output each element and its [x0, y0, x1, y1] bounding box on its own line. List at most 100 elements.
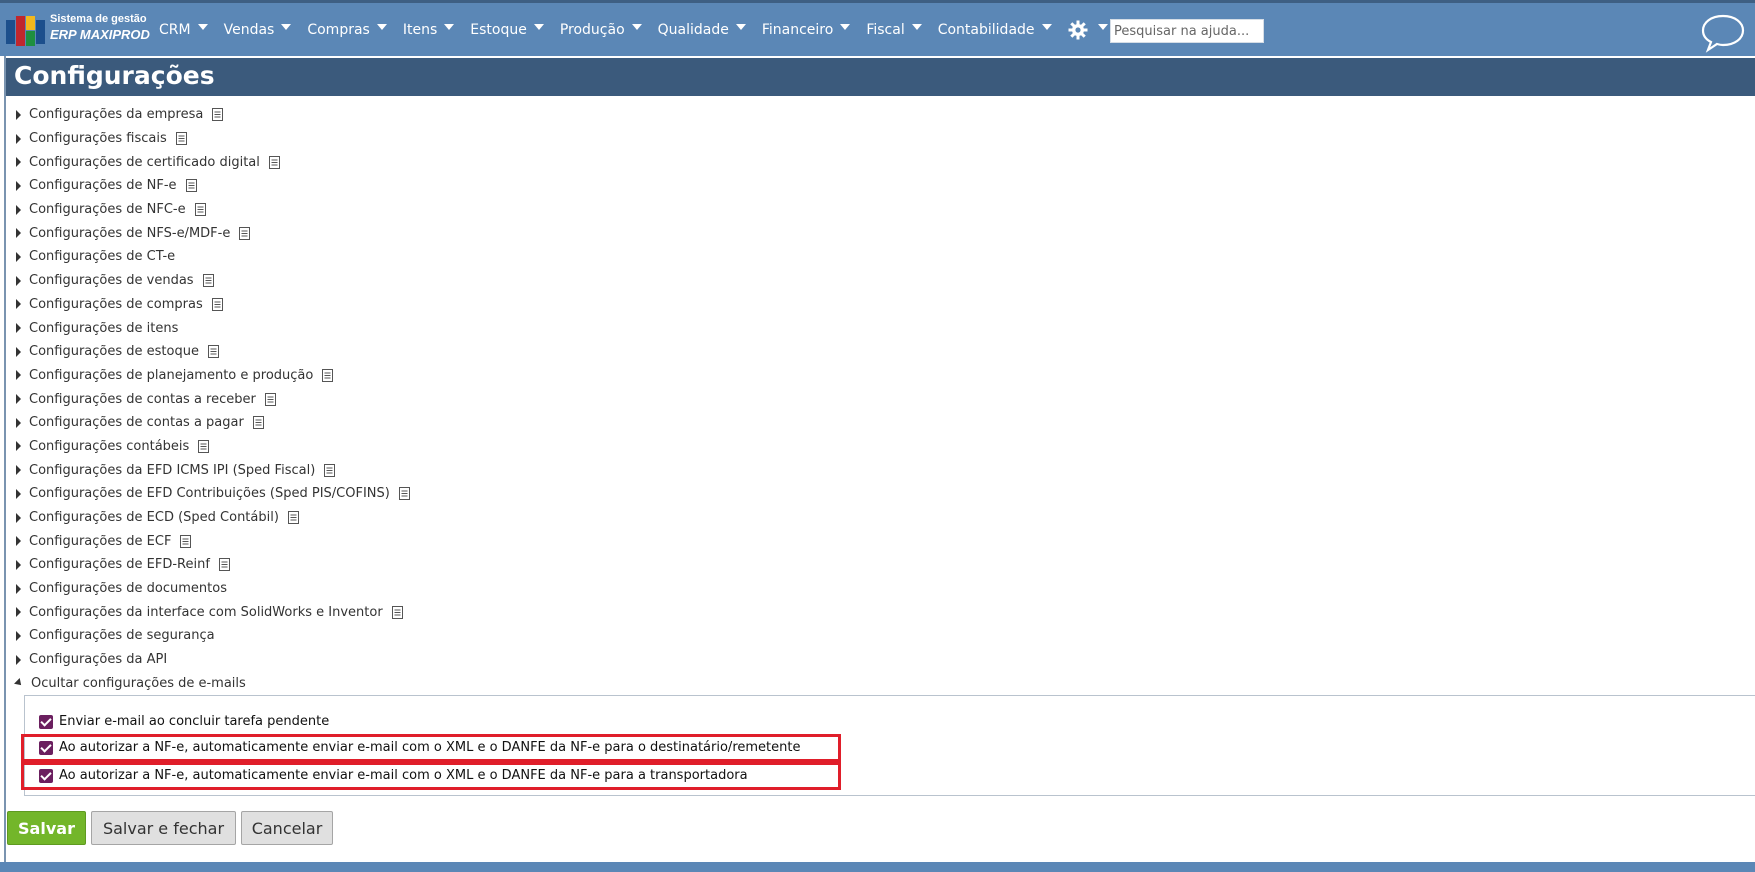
menu-vendas[interactable]: Vendas [224, 22, 292, 38]
page-title: Configurações [14, 61, 215, 90]
document-icon[interactable] [391, 605, 403, 619]
email-option-checkbox[interactable]: Ao autorizar a NF-e, automaticamente env… [39, 768, 748, 783]
main-menu: CRM Vendas Compras Itens Estoque Produçã… [159, 20, 1170, 40]
document-icon[interactable] [207, 345, 219, 359]
document-icon[interactable] [211, 297, 223, 311]
section-label: Configurações de ECD (Sped Contábil) [29, 510, 279, 526]
document-icon[interactable] [264, 392, 276, 406]
document-icon[interactable] [202, 274, 214, 288]
menu-financeiro[interactable]: Financeiro [762, 22, 851, 38]
settings-section-toggle[interactable]: Configurações de itens [14, 316, 1734, 340]
caret-down-icon [281, 24, 292, 30]
settings-section-toggle[interactable]: Configurações de segurança [14, 624, 1734, 648]
expand-triangle-icon [16, 607, 21, 618]
document-icon[interactable] [198, 439, 210, 453]
document-icon[interactable] [175, 132, 187, 146]
settings-section-toggle[interactable]: Configurações de ECD (Sped Contábil) [14, 506, 1734, 530]
settings-section-toggle[interactable]: Configurações de NFS-e/MDF-e [14, 221, 1734, 245]
settings-section-toggle[interactable]: Configurações de planejamento e produção [14, 364, 1734, 388]
settings-section-toggle[interactable]: Configurações de CT-e [14, 245, 1734, 269]
section-label: Configurações de EFD-Reinf [29, 557, 210, 573]
expand-triangle-icon [16, 299, 21, 310]
checkbox-checked-icon[interactable] [39, 768, 53, 783]
settings-section-toggle[interactable]: Configurações de NF-e [14, 174, 1734, 198]
document-icon[interactable] [322, 368, 334, 382]
settings-section-toggle[interactable]: Configurações de vendas [14, 269, 1734, 293]
help-search-input[interactable] [1110, 19, 1264, 43]
menu-settings[interactable] [1068, 20, 1108, 40]
caret-down-icon [197, 24, 208, 30]
settings-section-toggle[interactable]: Configurações da EFD ICMS IPI (Sped Fisc… [14, 458, 1734, 482]
menu-contabilidade[interactable]: Contabilidade [938, 22, 1052, 38]
email-option-checkbox[interactable]: Ao autorizar a NF-e, automaticamente env… [39, 740, 800, 755]
menu-label: Compras [307, 22, 370, 38]
document-icon[interactable] [194, 203, 206, 217]
settings-section-toggle[interactable]: Configurações de EFD Contribuições (Sped… [14, 482, 1734, 506]
section-label: Configurações de compras [29, 296, 203, 312]
chat-bubble-icon[interactable] [1700, 13, 1746, 53]
menu-qualidade[interactable]: Qualidade [658, 22, 746, 38]
settings-section-toggle[interactable]: Configurações de compras [14, 293, 1734, 317]
email-settings-toggle[interactable]: Ocultar configurações de e-mails [14, 672, 1734, 696]
document-icon[interactable] [218, 558, 230, 572]
menu-estoque[interactable]: Estoque [470, 22, 544, 38]
email-option-checkbox[interactable]: Enviar e-mail ao concluir tarefa pendent… [39, 714, 329, 729]
settings-section-toggle[interactable]: Configurações fiscais [14, 127, 1734, 151]
settings-section-toggle[interactable]: Configurações da empresa [14, 103, 1734, 127]
caret-down-icon [840, 24, 851, 30]
expand-triangle-icon [16, 559, 21, 570]
expand-triangle-icon [16, 346, 21, 357]
save-button[interactable]: Salvar [7, 811, 86, 845]
expand-triangle-icon [16, 630, 21, 641]
section-label: Configurações de NFC-e [29, 202, 186, 218]
email-option-label: Ao autorizar a NF-e, automaticamente env… [59, 768, 748, 783]
menu-producao[interactable]: Produção [560, 22, 642, 38]
settings-section-toggle[interactable]: Configurações de documentos [14, 577, 1734, 601]
expand-triangle-icon [16, 512, 21, 523]
menu-label: Vendas [223, 22, 275, 38]
settings-section-toggle[interactable]: Configurações de certificado digital [14, 150, 1734, 174]
menu-label: CRM [159, 22, 191, 38]
settings-section-toggle[interactable]: Configurações da API [14, 648, 1734, 672]
checkbox-checked-icon[interactable] [39, 714, 53, 729]
gear-icon [1068, 20, 1088, 40]
document-icon[interactable] [398, 487, 410, 501]
section-label: Configurações de segurança [29, 628, 215, 644]
section-label: Configurações da API [29, 652, 168, 668]
menu-label: Itens [402, 22, 438, 38]
document-icon[interactable] [212, 108, 224, 122]
section-label: Configurações de EFD Contribuições (Sped… [29, 486, 390, 502]
section-label: Configurações da interface com SolidWork… [29, 604, 383, 620]
settings-section-toggle[interactable]: Configurações de contas a pagar [14, 411, 1734, 435]
settings-section-toggle[interactable]: Configurações contábeis [14, 435, 1734, 459]
checkbox-checked-icon[interactable] [39, 740, 53, 755]
settings-section-toggle[interactable]: Configurações de contas a receber [14, 387, 1734, 411]
menu-crm[interactable]: CRM [159, 22, 208, 38]
menu-compras[interactable]: Compras [307, 22, 387, 38]
document-icon[interactable] [287, 511, 299, 525]
bottom-bar [0, 862, 1755, 872]
document-icon[interactable] [252, 416, 264, 430]
section-label: Configurações de planejamento e produção [29, 367, 314, 383]
menu-itens[interactable]: Itens [402, 22, 455, 38]
settings-section-toggle[interactable]: Configurações de NFC-e [14, 198, 1734, 222]
expand-triangle-icon [16, 275, 21, 286]
settings-section-toggle[interactable]: Configurações de ECF [14, 529, 1734, 553]
caret-down-icon [911, 24, 922, 30]
document-icon[interactable] [324, 463, 336, 477]
expand-triangle-icon [16, 441, 21, 452]
section-label: Configurações de documentos [29, 581, 227, 597]
menu-fiscal[interactable]: Fiscal [866, 22, 922, 38]
app-logo[interactable]: Sistema de gestão ERP MAXIPROD [6, 12, 150, 48]
cancel-button[interactable]: Cancelar [241, 811, 333, 845]
settings-section-toggle[interactable]: Configurações de EFD-Reinf [14, 553, 1734, 577]
section-label: Configurações de itens [29, 320, 179, 336]
caret-down-icon [1041, 24, 1052, 30]
document-icon[interactable] [185, 179, 197, 193]
save-and-close-button[interactable]: Salvar e fechar [91, 811, 236, 845]
settings-section-toggle[interactable]: Configurações da interface com SolidWork… [14, 600, 1734, 624]
document-icon[interactable] [268, 155, 280, 169]
settings-section-toggle[interactable]: Configurações de estoque [14, 340, 1734, 364]
document-icon[interactable] [239, 226, 251, 240]
document-icon[interactable] [180, 534, 192, 548]
